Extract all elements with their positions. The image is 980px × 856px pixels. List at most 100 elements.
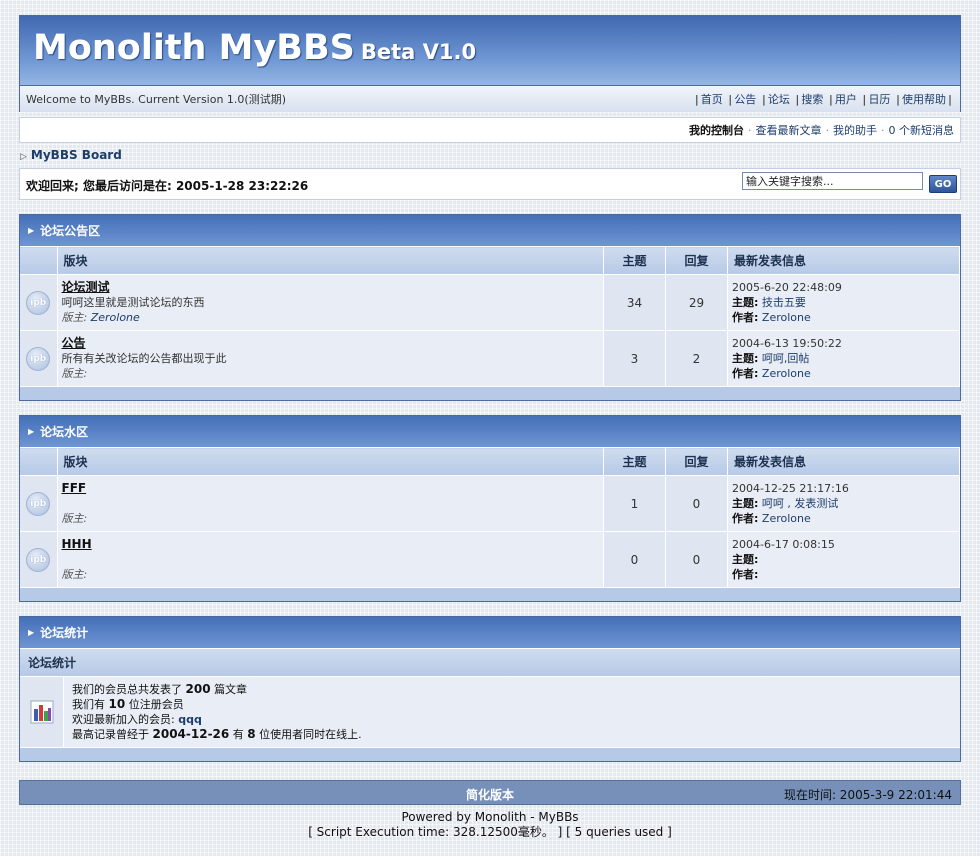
nav-search[interactable]: 搜索 [801, 93, 823, 106]
record-count: 8 [247, 727, 256, 741]
stats-text-fragment: 篇文章 [214, 683, 248, 696]
member-count: 10 [108, 697, 126, 711]
topics-column-header: 主题 [603, 246, 666, 275]
stats-header[interactable]: ▶ 论坛统计 [20, 617, 960, 648]
last-visit-text: 欢迎回来; 您最后访问是在: 2005-1-28 23:22:26 [26, 179, 309, 193]
last-post-column-header: 最新发表信息 [727, 447, 960, 476]
forum-row: ipb 公告 所有有关改论坛的公告都出现于此 版主: 3 2 2004-6-13… [20, 330, 960, 386]
site-header: Monolith MyBBS Beta V1.0 Welcome to MyBBs… [19, 15, 961, 112]
reply-count: 0 [665, 531, 728, 587]
nav-forum[interactable]: 论坛 [768, 93, 790, 106]
forum-status-icon: ipb [26, 346, 51, 371]
category-title: 论坛水区 [40, 425, 89, 439]
icon-header [20, 246, 58, 275]
breadcrumb-arrow-icon: ▷ [20, 152, 27, 162]
topic-count: 34 [603, 274, 666, 331]
bar-chart-icon [30, 700, 53, 724]
banner: Monolith MyBBS Beta V1.0 [20, 16, 960, 85]
nav-calendar[interactable]: 日历 [868, 93, 890, 106]
site-logo[interactable]: Monolith MyBBS Beta V1.0 [33, 28, 476, 68]
topic-label: 主题: [732, 553, 759, 566]
author-label: 作者: [732, 568, 759, 581]
author-label: 作者: [732, 367, 759, 380]
topic-label: 主题: [732, 352, 759, 365]
moderator-label: 版主: [61, 311, 88, 324]
newest-member-link[interactable]: qqq [178, 713, 202, 726]
search-input[interactable] [742, 172, 923, 190]
stats-text-fragment: 位注册会员 [128, 698, 184, 711]
forum-row: ipb FFF 版主: 1 0 2004-12-25 21:17:16 主题: … [20, 475, 960, 532]
execution-info: [ Script Execution time: 328.12500毫秒。 ] … [308, 825, 672, 839]
forum-name-link[interactable]: HHH [62, 537, 92, 551]
nav-members[interactable]: 用户 [835, 93, 857, 106]
messages-link[interactable]: 0 个新短消息 [889, 122, 955, 138]
stats-arrow-icon: ▶ [28, 628, 35, 637]
topic-count: 0 [603, 531, 666, 587]
forum-column-header: 版块 [57, 246, 604, 275]
last-post-time: 2005-6-20 22:48:09 [732, 281, 842, 294]
icon-header [20, 447, 58, 476]
author-label: 作者: [732, 512, 759, 525]
moderator-label: 版主: [61, 512, 88, 525]
forum-status-icon: ipb [26, 547, 51, 572]
category-footer [20, 587, 960, 601]
stats-text-fragment: 我们的会员总共发表了 [72, 683, 182, 696]
topic-count: 3 [603, 330, 666, 386]
stats-title: 论坛统计 [40, 626, 89, 640]
total-posts: 200 [185, 682, 211, 696]
last-author-link[interactable]: Zerolone [762, 512, 811, 525]
welcome-version-text: Welcome to MyBBs. Current Version 1.0(测试… [26, 93, 287, 106]
stats-text: 我们的会员总共发表了 200 篇文章 我们有 10 位注册会员 欢迎最新加入的会… [64, 677, 960, 747]
last-author-link[interactable]: Zerolone [762, 311, 811, 324]
breadcrumb-board-link[interactable]: MyBBS Board [31, 148, 122, 162]
forum-status-icon: ipb [26, 290, 51, 315]
category-header[interactable]: ▶ 论坛水区 [20, 416, 960, 447]
stats-text-fragment: 欢迎最新加入的会员: [72, 713, 175, 726]
latest-posts-link[interactable]: 查看最新文章 [756, 122, 822, 138]
record-date: 2004-12-26 [152, 727, 230, 741]
stats-line-newest: 欢迎最新加入的会员: qqq [72, 712, 952, 727]
stats-text-fragment: 最高记录曾经于 [72, 728, 149, 741]
replies-column-header: 回复 [665, 447, 728, 476]
last-author-link[interactable]: Zerolone [762, 367, 811, 380]
forum-name-link[interactable]: 公告 [62, 336, 86, 350]
top-bar: Welcome to MyBBs. Current Version 1.0(测试… [20, 85, 960, 112]
control-panel-link[interactable]: 我的控制台 [689, 122, 744, 138]
assistant-link[interactable]: 我的助手 [833, 122, 877, 138]
category-header[interactable]: ▶ 论坛公告区 [20, 215, 960, 246]
nav-home[interactable]: 首页 [701, 93, 723, 106]
topic-label: 主题: [732, 296, 759, 309]
reply-count: 29 [665, 274, 728, 331]
stats-text-fragment: 位使用者同时在线上. [259, 728, 362, 741]
category-title: 论坛公告区 [40, 224, 101, 238]
forum-name-link[interactable]: FFF [62, 481, 87, 495]
stats-body: 我们的会员总共发表了 200 篇文章 我们有 10 位注册会员 欢迎最新加入的会… [20, 676, 960, 747]
nav-announcements[interactable]: 公告 [734, 93, 756, 106]
author-label: 作者: [732, 311, 759, 324]
stats-footer [20, 747, 960, 761]
last-topic-link[interactable]: 技击五要 [762, 296, 806, 309]
nav-help[interactable]: 使用帮助 [902, 93, 946, 106]
stats-text-fragment: 我们有 [72, 698, 105, 711]
last-topic-link[interactable]: 呵呵,回帖 [762, 352, 810, 365]
forum-table: 版块 主题 回复 最新发表信息 ipb 论坛测试 呵呵这里就是测试论坛的东西 版… [20, 246, 960, 386]
footer-text: Powered by Monolith - MyBBs [ Script Exe… [19, 810, 961, 840]
forum-table: 版块 主题 回复 最新发表信息 ipb FFF 版主: 1 0 2004-12-… [20, 447, 960, 587]
category-water: ▶ 论坛水区 版块 主题 回复 最新发表信息 ipb FFF 版主: 1 0 2… [19, 415, 961, 602]
last-post-time: 2004-6-17 0:08:15 [732, 538, 835, 551]
footer-bar: 简化版本 现在时间: 2005-3-9 22:01:44 [19, 780, 961, 805]
last-post-time: 2004-6-13 19:50:22 [732, 337, 842, 350]
stats-line-posts: 我们的会员总共发表了 200 篇文章 [72, 682, 952, 697]
search-go-button[interactable]: GO [929, 175, 957, 193]
last-post-time: 2004-12-25 21:17:16 [732, 482, 849, 495]
category-announcements: ▶ 论坛公告区 版块 主题 回复 最新发表信息 ipb 论坛测试 呵呵这里就是测… [19, 214, 961, 401]
moderator-link[interactable]: Zerolone [91, 311, 140, 324]
forum-description: 呵呵这里就是测试论坛的东西 [61, 296, 205, 309]
stats-subheader: 论坛统计 [20, 648, 960, 676]
moderator-label: 版主: [61, 367, 88, 380]
powered-by: Powered by Monolith - MyBBs [401, 810, 579, 824]
last-topic-link[interactable]: 呵呵 , 发表测试 [762, 497, 839, 510]
category-arrow-icon: ▶ [28, 427, 35, 436]
forum-name-link[interactable]: 论坛测试 [62, 280, 110, 294]
forum-row: ipb HHH 版主: 0 0 2004-6-17 0:08:15 主题: 作者… [20, 531, 960, 587]
